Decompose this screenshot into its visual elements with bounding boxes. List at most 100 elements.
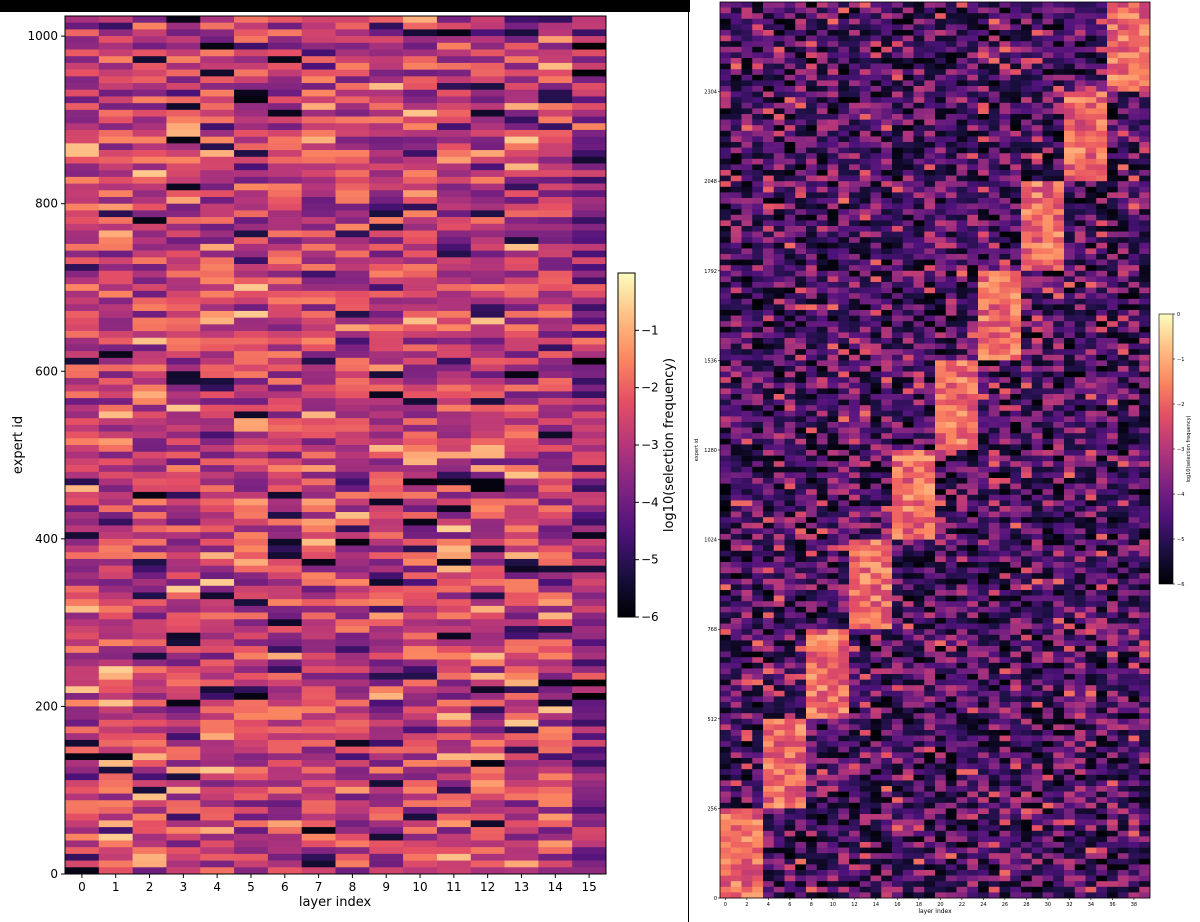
heatmap-cell xyxy=(827,203,839,210)
heatmap-cell xyxy=(816,41,828,48)
heatmap-cell xyxy=(816,136,828,143)
heatmap-cell xyxy=(132,377,167,385)
heatmap-cell xyxy=(301,103,336,111)
heatmap-cell xyxy=(470,170,505,178)
heatmap-cell xyxy=(166,344,201,352)
heatmap-cell xyxy=(65,243,100,251)
heatmap-cell xyxy=(470,438,505,446)
heatmap-cell xyxy=(730,186,742,193)
heatmap-cell xyxy=(132,706,167,714)
heatmap-cell xyxy=(859,136,871,143)
heatmap-cell xyxy=(335,478,370,486)
heatmap-cell xyxy=(572,558,607,566)
heatmap-cell xyxy=(763,7,775,14)
heatmap-cell xyxy=(369,599,404,607)
heatmap-cell xyxy=(730,287,742,294)
heatmap-cell xyxy=(200,518,235,526)
heatmap-cell xyxy=(816,170,828,176)
heatmap-cell xyxy=(98,565,133,573)
heatmap-cell xyxy=(870,304,882,311)
heatmap-cell xyxy=(859,702,871,708)
heatmap-cell xyxy=(504,585,539,593)
heatmap-cell xyxy=(335,123,370,131)
heatmap-cell xyxy=(166,377,201,385)
heatmap-cell xyxy=(301,646,336,654)
heatmap-cell xyxy=(200,699,235,707)
heatmap-cell xyxy=(838,438,850,445)
heatmap-cell xyxy=(902,158,914,165)
heatmap-cell xyxy=(902,702,914,708)
heatmap-cell xyxy=(806,394,818,400)
heatmap-cell xyxy=(763,63,775,70)
heatmap-cell xyxy=(470,625,505,633)
x-tick-label: 5 xyxy=(247,880,255,894)
heatmap-cell xyxy=(838,629,850,636)
heatmap-cell xyxy=(902,651,914,658)
heatmap-cell xyxy=(806,343,818,350)
heatmap-cell xyxy=(849,797,861,804)
heatmap-cell xyxy=(870,780,882,787)
heatmap-cell xyxy=(902,170,914,176)
heatmap-cell xyxy=(200,304,235,312)
heatmap-cell xyxy=(720,478,732,484)
heatmap-cell xyxy=(741,517,753,524)
heatmap-cell xyxy=(369,116,404,124)
heatmap-cell xyxy=(838,394,850,400)
heatmap-cell xyxy=(838,254,850,260)
heatmap-cell xyxy=(892,791,904,798)
heatmap-cell xyxy=(892,780,904,787)
heatmap-cell xyxy=(301,847,336,855)
heatmap-cell xyxy=(763,2,775,8)
heatmap-cell xyxy=(784,556,796,563)
heatmap-cell xyxy=(132,666,167,674)
heatmap-cell xyxy=(335,786,370,794)
heatmap-cell xyxy=(849,606,861,613)
heatmap-cell xyxy=(773,170,785,176)
heatmap-cell xyxy=(572,404,607,412)
heatmap-cell xyxy=(763,746,775,753)
heatmap-cell xyxy=(806,444,818,451)
heatmap-cell xyxy=(741,735,753,742)
heatmap-cell xyxy=(784,52,796,59)
heatmap-cell xyxy=(870,119,882,126)
heatmap-cell xyxy=(132,438,167,446)
heatmap-cell xyxy=(741,97,753,104)
heatmap-cell xyxy=(436,237,472,245)
heatmap-cell xyxy=(816,18,828,25)
heatmap-cell xyxy=(881,147,893,154)
heatmap-cell xyxy=(827,450,839,456)
heatmap-cell xyxy=(369,337,404,345)
heatmap-cell xyxy=(859,164,871,171)
heatmap-cell xyxy=(902,774,914,781)
heatmap-cell xyxy=(806,752,818,759)
heatmap-cell xyxy=(859,830,871,837)
heatmap-cell xyxy=(234,431,269,439)
heatmap-cell xyxy=(849,399,861,406)
heatmap-cell xyxy=(234,505,269,513)
heatmap-cell xyxy=(720,494,732,501)
heatmap-cell xyxy=(784,181,796,188)
heatmap-cell xyxy=(720,718,732,725)
heatmap-cell xyxy=(741,707,753,714)
heatmap-cell xyxy=(267,847,302,855)
heatmap-cell xyxy=(859,567,871,574)
heatmap-cell xyxy=(166,170,201,178)
heatmap-cell xyxy=(806,203,818,210)
heatmap-cell xyxy=(795,310,807,316)
heatmap-cell xyxy=(902,203,914,210)
heatmap-cell xyxy=(720,265,732,272)
heatmap-cell xyxy=(870,455,882,462)
heatmap-cell xyxy=(881,517,893,524)
heatmap-cell xyxy=(795,30,807,36)
heatmap-cell xyxy=(849,69,861,76)
heatmap-cell xyxy=(806,483,818,490)
heatmap-cell xyxy=(881,545,893,552)
heatmap-cell xyxy=(881,293,893,300)
heatmap-cell xyxy=(200,847,235,855)
heatmap-cell xyxy=(132,22,167,30)
heatmap-cell xyxy=(166,190,201,198)
heatmap-cell xyxy=(773,315,785,322)
heatmap-cell xyxy=(369,391,404,399)
heatmap-cell xyxy=(572,786,607,794)
heatmap-cell xyxy=(859,265,871,272)
